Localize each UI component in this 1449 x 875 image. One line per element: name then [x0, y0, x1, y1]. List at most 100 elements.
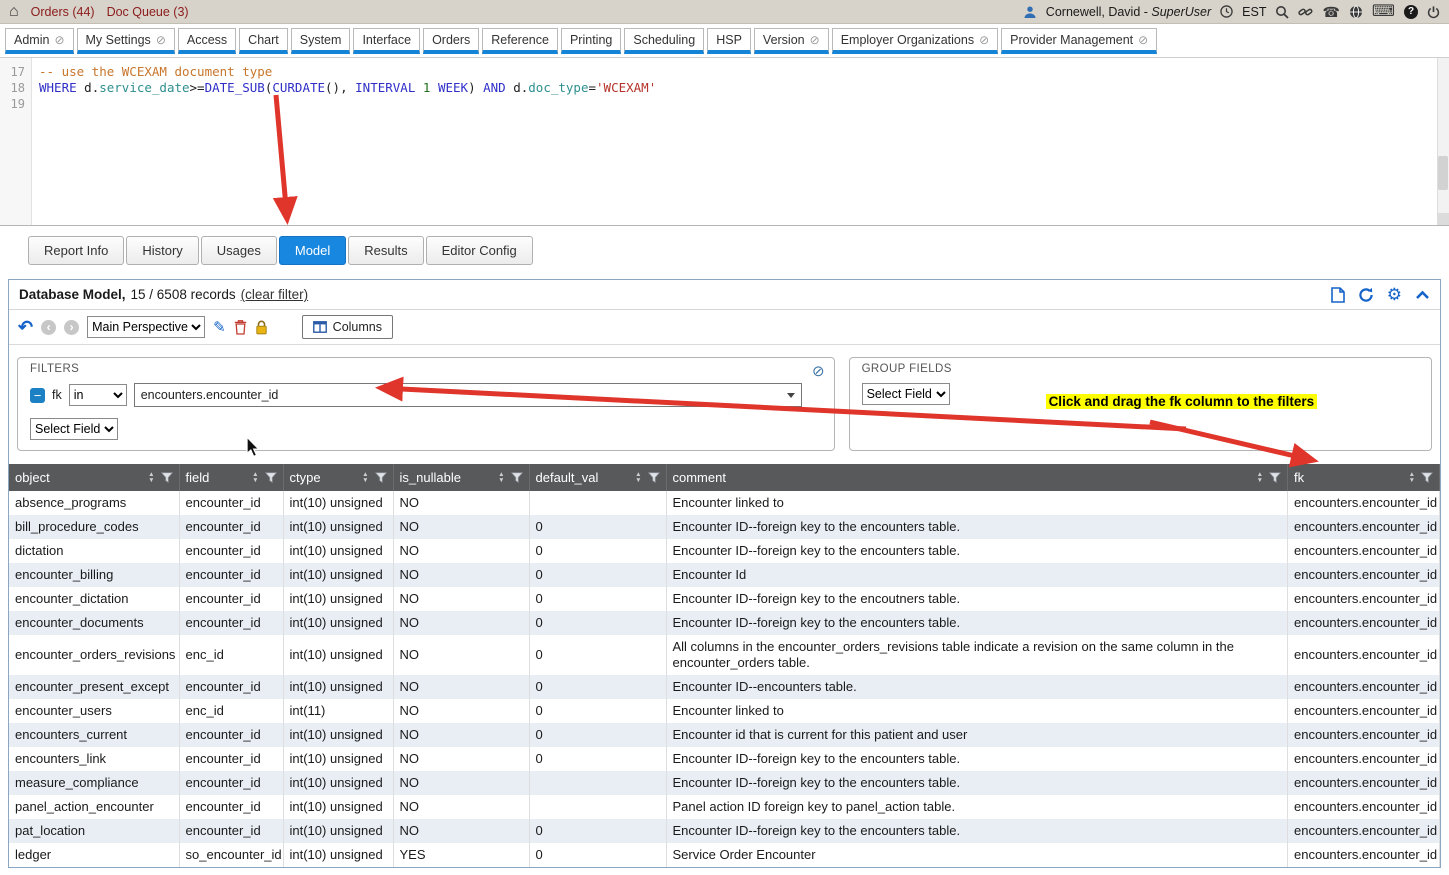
tab-editor-config[interactable]: Editor Config: [426, 236, 533, 265]
remove-filter-icon[interactable]: −: [30, 388, 45, 403]
nav-tab-version[interactable]: Version⊘: [754, 28, 829, 54]
table-row[interactable]: bill_procedure_codesencounter_idint(10) …: [9, 515, 1440, 539]
editor-scrollbar[interactable]: [1437, 58, 1449, 225]
sort-icon[interactable]: ▲▼: [252, 472, 258, 483]
column-filter-icon[interactable]: [375, 472, 387, 483]
doc-queue-link[interactable]: Doc Queue (3): [107, 5, 189, 19]
popup-window-icon[interactable]: ⊘: [156, 34, 166, 46]
nav-tab-orders[interactable]: Orders: [423, 28, 479, 54]
undo-icon[interactable]: ↶: [18, 318, 33, 336]
popup-window-icon[interactable]: ⊘: [1138, 34, 1148, 46]
nav-tab-chart[interactable]: Chart: [239, 28, 288, 54]
link-icon[interactable]: [1298, 5, 1313, 19]
column-filter-icon[interactable]: [161, 472, 173, 483]
nav-tab-reference[interactable]: Reference: [482, 28, 558, 54]
nav-tab-interface[interactable]: Interface: [353, 28, 420, 54]
nav-tab-my-settings[interactable]: My Settings⊘: [77, 28, 175, 54]
sort-icon[interactable]: ▲▼: [362, 472, 368, 483]
filter-value-combobox[interactable]: [134, 383, 802, 407]
tab-usages[interactable]: Usages: [201, 236, 277, 265]
column-filter-icon[interactable]: [265, 472, 277, 483]
refresh-icon[interactable]: [1358, 287, 1374, 303]
table-row[interactable]: pat_locationencounter_idint(10) unsigned…: [9, 819, 1440, 843]
nav-tab-scheduling[interactable]: Scheduling: [624, 28, 704, 54]
nav-tab-system[interactable]: System: [291, 28, 351, 54]
lock-icon[interactable]: [255, 320, 268, 335]
code-line[interactable]: -- use the WCEXAM document type: [39, 64, 1449, 80]
sort-icon[interactable]: ▲▼: [1409, 472, 1415, 483]
editor-code[interactable]: -- use the WCEXAM document typeWHERE d.s…: [32, 58, 1449, 225]
filter-value-input[interactable]: [134, 383, 802, 407]
combobox-caret-icon[interactable]: [787, 393, 795, 398]
code-line[interactable]: [39, 96, 1449, 112]
popup-window-icon[interactable]: ⊘: [979, 34, 989, 46]
table-row[interactable]: encounter_orders_revisionsenc_idint(10) …: [9, 635, 1440, 675]
column-header-fk[interactable]: fk▲▼: [1288, 464, 1440, 491]
column-header-comment[interactable]: comment▲▼: [666, 464, 1288, 491]
column-header-default-val[interactable]: default_val▲▼: [529, 464, 666, 491]
column-filter-icon[interactable]: [1269, 472, 1281, 483]
search-icon[interactable]: [1275, 5, 1289, 19]
edit-pencil-icon[interactable]: ✎: [213, 320, 226, 335]
collapse-icon[interactable]: [1415, 290, 1430, 300]
filter-operator-select[interactable]: in: [69, 384, 127, 406]
table-row[interactable]: encounters_currentencounter_idint(10) un…: [9, 723, 1440, 747]
tab-report-info[interactable]: Report Info: [28, 236, 124, 265]
scrollbar-thumb[interactable]: [1438, 156, 1448, 190]
nav-tab-employer-organizations[interactable]: Employer Organizations⊘: [832, 28, 998, 54]
nav-tab-access[interactable]: Access: [178, 28, 236, 54]
table-row[interactable]: encounters_linkencounter_idint(10) unsig…: [9, 747, 1440, 771]
home-icon[interactable]: ⌂: [9, 4, 19, 20]
tab-results[interactable]: Results: [348, 236, 423, 265]
table-row[interactable]: absence_programsencounter_idint(10) unsi…: [9, 491, 1440, 515]
popup-window-icon[interactable]: ⊘: [810, 34, 820, 46]
group-field-select[interactable]: Select Field: [862, 383, 950, 405]
sql-editor[interactable]: 171819 -- use the WCEXAM document typeWH…: [0, 58, 1449, 226]
table-row[interactable]: encounter_documentsencounter_idint(10) u…: [9, 611, 1440, 635]
popup-window-icon[interactable]: ⊘: [54, 34, 64, 46]
column-header-object[interactable]: object▲▼: [9, 464, 179, 491]
table-row[interactable]: encounter_billingencounter_idint(10) uns…: [9, 563, 1440, 587]
power-icon[interactable]: [1427, 5, 1440, 19]
code-line[interactable]: WHERE d.service_date>=DATE_SUB(CURDATE()…: [39, 80, 1449, 96]
table-row[interactable]: measure_complianceencounter_idint(10) un…: [9, 771, 1440, 795]
help-icon[interactable]: ?: [1404, 5, 1418, 19]
orders-link[interactable]: Orders (44): [31, 5, 95, 19]
sort-icon[interactable]: ▲▼: [1257, 472, 1263, 483]
forward-icon[interactable]: ›: [64, 320, 79, 335]
sort-icon[interactable]: ▲▼: [498, 472, 504, 483]
delete-trash-icon[interactable]: [234, 320, 247, 335]
keyboard-icon[interactable]: ⌨: [1372, 4, 1395, 20]
nav-tab-admin[interactable]: Admin⊘: [5, 28, 74, 54]
column-filter-icon[interactable]: [511, 472, 523, 483]
perspective-select[interactable]: Main Perspective: [87, 316, 205, 338]
table-row[interactable]: encounter_usersenc_idint(11)NO0Encounter…: [9, 699, 1440, 723]
globe-icon[interactable]: [1349, 5, 1363, 19]
clear-filters-icon[interactable]: ⊘: [812, 364, 825, 379]
table-row[interactable]: panel_action_encounterencounter_idint(10…: [9, 795, 1440, 819]
table-row[interactable]: encounter_dictationencounter_idint(10) u…: [9, 587, 1440, 611]
phone-icon[interactable]: ☎: [1322, 5, 1339, 19]
sort-icon[interactable]: ▲▼: [635, 472, 641, 483]
sort-icon[interactable]: ▲▼: [148, 472, 154, 483]
column-filter-icon[interactable]: [1421, 472, 1433, 483]
column-header-is-nullable[interactable]: is_nullable▲▼: [393, 464, 529, 491]
table-row[interactable]: dictationencounter_idint(10) unsignedNO0…: [9, 539, 1440, 563]
table-row[interactable]: ledgerso_encounter_idint(10) unsignedYES…: [9, 843, 1440, 867]
back-icon[interactable]: ‹: [41, 320, 56, 335]
add-filter-field-select[interactable]: Select Field: [30, 418, 118, 440]
tab-model[interactable]: Model: [279, 236, 346, 265]
clock-icon[interactable]: [1220, 5, 1233, 18]
nav-tab-hsp[interactable]: HSP: [707, 28, 751, 54]
column-filter-icon[interactable]: [648, 472, 660, 483]
table-row[interactable]: encounter_present_exceptencounter_idint(…: [9, 675, 1440, 699]
clear-filter-link[interactable]: (clear filter): [241, 287, 309, 302]
nav-tab-printing[interactable]: Printing: [561, 28, 621, 54]
column-header-ctype[interactable]: ctype▲▼: [283, 464, 393, 491]
gear-icon[interactable]: ⚙: [1387, 286, 1402, 303]
column-header-field[interactable]: field▲▼: [179, 464, 283, 491]
tab-history[interactable]: History: [126, 236, 198, 265]
columns-button[interactable]: Columns: [302, 315, 393, 339]
nav-tab-provider-management[interactable]: Provider Management⊘: [1001, 28, 1157, 54]
new-document-icon[interactable]: [1331, 287, 1345, 303]
